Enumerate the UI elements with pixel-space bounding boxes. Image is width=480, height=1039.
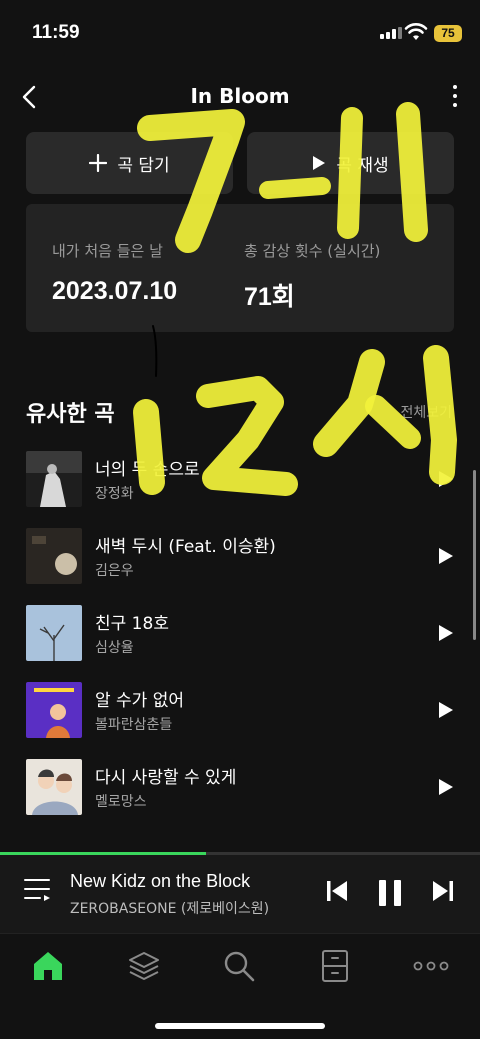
album-cover bbox=[26, 605, 82, 661]
action-buttons: 곡 담기 곡 재생 bbox=[26, 132, 454, 194]
song-artist: 멜로망스 bbox=[95, 794, 147, 810]
total-plays-value: 71회 bbox=[244, 283, 295, 311]
album-cover bbox=[26, 682, 82, 738]
play-icon bbox=[313, 156, 326, 170]
signal-icon bbox=[380, 27, 402, 39]
nav-search[interactable] bbox=[219, 946, 259, 986]
nav-library[interactable] bbox=[315, 946, 355, 986]
mini-player[interactable]: New Kidz on the Block ZEROBASEONE (제로베이스… bbox=[0, 855, 480, 933]
nav-home[interactable] bbox=[28, 946, 68, 986]
page-title: In Bloom bbox=[190, 84, 290, 108]
home-icon bbox=[34, 952, 62, 980]
battery-indicator: 75 bbox=[434, 25, 462, 42]
queue-icon[interactable] bbox=[24, 877, 52, 903]
nav-more[interactable] bbox=[411, 946, 451, 986]
song-title: 새벽 두시 (Feat. 이승환) bbox=[95, 537, 276, 557]
song-artist: 김은우 bbox=[95, 563, 134, 579]
first-listen-value: 2023.07.10 bbox=[52, 277, 178, 305]
play-song-label: 곡 재생 bbox=[336, 155, 389, 176]
add-song-button[interactable]: 곡 담기 bbox=[26, 132, 233, 194]
bottom-navigation bbox=[0, 933, 480, 1039]
song-item[interactable]: 친구 18호 심상율 bbox=[0, 603, 480, 680]
album-cover bbox=[26, 528, 82, 584]
song-title: 다시 사랑할 수 있게 bbox=[95, 768, 237, 788]
add-song-label: 곡 담기 bbox=[117, 155, 170, 176]
play-icon[interactable] bbox=[438, 624, 454, 642]
play-icon[interactable] bbox=[438, 470, 454, 488]
now-playing-title: New Kidz on the Block bbox=[70, 871, 251, 891]
plus-icon bbox=[89, 154, 108, 172]
wifi-icon bbox=[404, 23, 428, 40]
song-artist: 심상율 bbox=[95, 640, 134, 656]
total-plays-label: 총 감상 횟수 (실시간) bbox=[244, 242, 381, 260]
see-all-link[interactable]: 전체보기 bbox=[400, 402, 452, 422]
home-indicator bbox=[155, 1023, 325, 1029]
handwritten-mark bbox=[152, 325, 158, 377]
listening-stats-card: 내가 처음 들은 날 2023.07.10 총 감상 횟수 (실시간) 71회 bbox=[26, 204, 454, 332]
song-title: 친구 18호 bbox=[95, 614, 169, 634]
song-item[interactable]: 다시 사랑할 수 있게 멜로망스 bbox=[0, 757, 480, 834]
song-item[interactable]: 알 수가 없어 볼파란삼춘들 bbox=[0, 680, 480, 757]
similar-song-list: 너의 두 손으로 장정화 새벽 두시 (Feat. 이승환) 김은우 친구 18… bbox=[0, 449, 480, 834]
play-icon[interactable] bbox=[438, 547, 454, 565]
play-song-button[interactable]: 곡 재생 bbox=[247, 132, 454, 194]
song-item[interactable]: 새벽 두시 (Feat. 이승환) 김은우 bbox=[0, 526, 480, 603]
previous-track-icon[interactable] bbox=[326, 879, 348, 903]
now-playing-artist: ZEROBASEONE (제로베이스원) bbox=[70, 901, 270, 917]
album-cover bbox=[26, 759, 82, 815]
more-options-icon[interactable] bbox=[450, 82, 460, 112]
nav-layers[interactable] bbox=[124, 946, 164, 986]
first-listen-stat: 내가 처음 들은 날 2023.07.10 bbox=[52, 240, 177, 306]
next-track-icon[interactable] bbox=[432, 879, 454, 903]
play-icon[interactable] bbox=[438, 701, 454, 719]
song-title: 너의 두 손으로 bbox=[95, 460, 200, 480]
song-item[interactable]: 너의 두 손으로 장정화 bbox=[0, 449, 480, 526]
library-icon bbox=[322, 950, 348, 982]
status-time: 11:59 bbox=[32, 22, 80, 43]
song-title: 알 수가 없어 bbox=[95, 691, 185, 711]
similar-songs-title: 유사한 곡 bbox=[26, 402, 115, 427]
layers-icon bbox=[129, 952, 159, 980]
more-icon bbox=[413, 961, 449, 971]
first-listen-label: 내가 처음 들은 날 bbox=[52, 242, 163, 260]
total-plays-stat: 총 감상 횟수 (실시간) 71회 bbox=[244, 240, 380, 313]
search-icon bbox=[224, 951, 255, 982]
pause-icon[interactable] bbox=[377, 879, 403, 907]
song-artist: 볼파란삼춘들 bbox=[95, 717, 173, 733]
album-cover bbox=[26, 451, 82, 507]
status-bar: 11:59 75 bbox=[0, 0, 480, 70]
play-icon[interactable] bbox=[438, 778, 454, 796]
page-header: In Bloom bbox=[0, 72, 480, 122]
song-artist: 장정화 bbox=[95, 486, 134, 502]
